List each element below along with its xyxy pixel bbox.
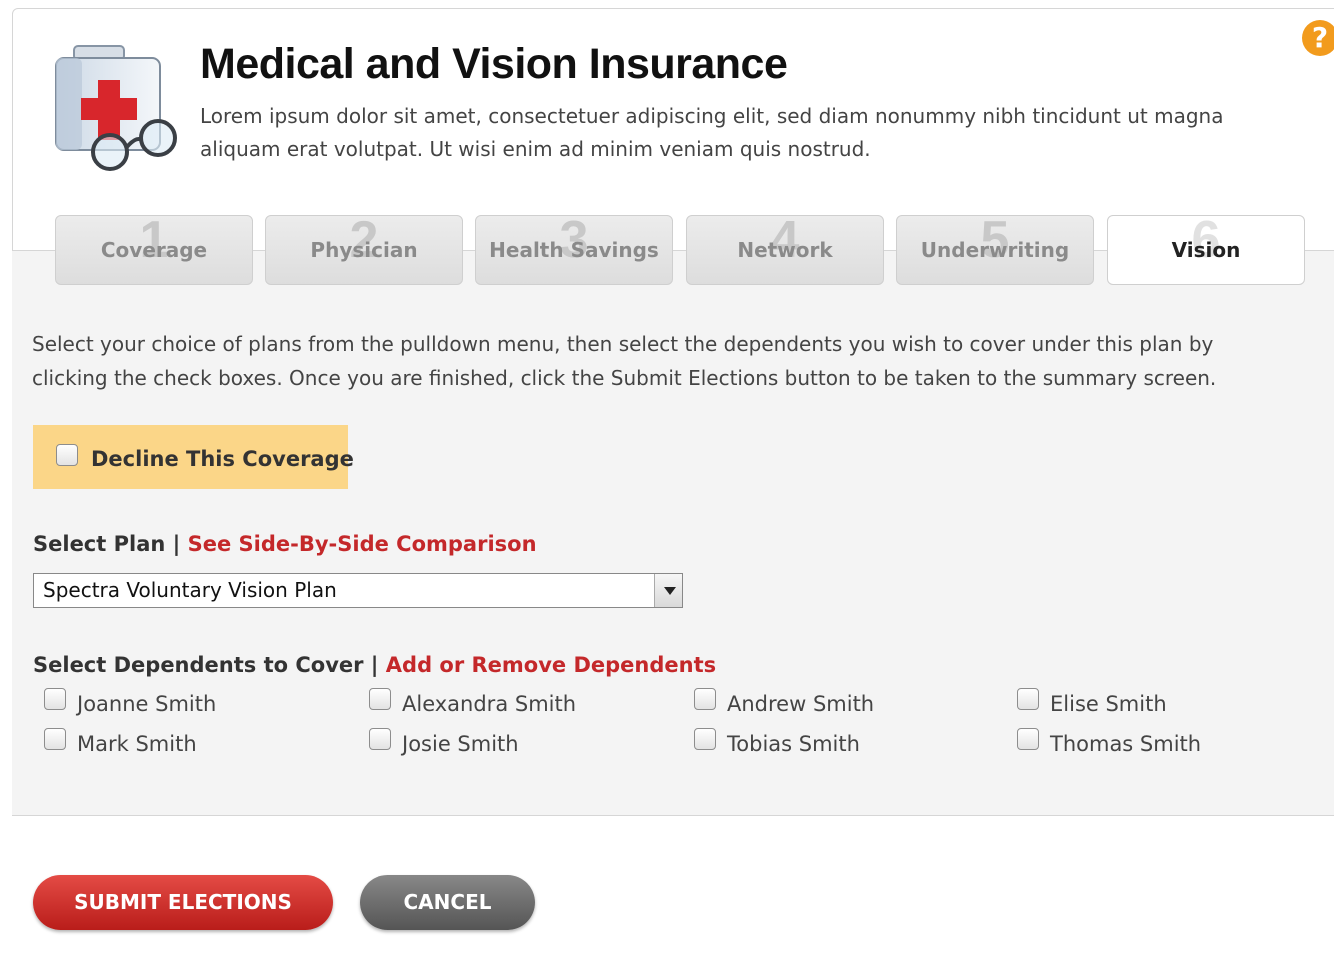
dependent-name: Josie Smith (402, 732, 519, 756)
dependent-name: Andrew Smith (727, 692, 875, 716)
tab-coverage[interactable]: 1 Coverage (55, 215, 253, 285)
medical-kit-icon (48, 40, 184, 172)
chevron-down-icon[interactable] (654, 574, 682, 607)
plan-select-value: Spectra Voluntary Vision Plan (43, 578, 337, 602)
tab-vision[interactable]: 6 Vision (1107, 215, 1305, 285)
select-dependents-heading: Select Dependents to Cover | Add or Remo… (33, 653, 716, 677)
dependent-name: Elise Smith (1050, 692, 1167, 716)
dependent-name: Alexandra Smith (402, 692, 577, 716)
select-plan-label: Select Plan (33, 532, 166, 556)
dependent-checkbox[interactable] (1017, 688, 1039, 710)
page-title: Medical and Vision Insurance (200, 40, 788, 88)
dependent-checkbox[interactable] (369, 688, 391, 710)
decline-coverage-box: Decline This Coverage (33, 425, 354, 489)
dependent-name: Joanne Smith (77, 692, 217, 716)
tab-label: Vision (1171, 238, 1241, 262)
select-dependents-label: Select Dependents to Cover (33, 653, 364, 677)
tab-health-savings[interactable]: 3 Health Savings (475, 215, 673, 285)
side-by-side-comparison-link[interactable]: See Side-By-Side Comparison (188, 532, 537, 556)
tab-label: Health Savings (489, 238, 659, 262)
submit-elections-button[interactable]: SUBMIT ELECTIONS (33, 875, 333, 930)
dependent-checkbox[interactable] (44, 728, 66, 750)
dependent-checkbox[interactable] (44, 688, 66, 710)
tab-label: Physician (310, 238, 418, 262)
dependent-checkbox[interactable] (369, 728, 391, 750)
dependent-checkbox[interactable] (694, 728, 716, 750)
dependent-name: Mark Smith (77, 732, 197, 756)
tab-label: Network (737, 238, 833, 262)
tab-label: Underwriting (920, 238, 1070, 262)
add-remove-dependents-link[interactable]: Add or Remove Dependents (386, 653, 716, 677)
dependent-checkbox[interactable] (694, 688, 716, 710)
dependent-name: Tobias Smith (727, 732, 860, 756)
decline-coverage-checkbox[interactable] (56, 444, 78, 466)
plan-select[interactable]: Spectra Voluntary Vision Plan (33, 573, 683, 608)
tab-network[interactable]: 4 Network (686, 215, 884, 285)
instructions-text: Select your choice of plans from the pul… (32, 332, 1217, 390)
select-plan-heading: Select Plan | See Side-By-Side Compariso… (33, 532, 537, 556)
separator: | (370, 653, 379, 677)
cancel-button[interactable]: CANCEL (360, 875, 535, 930)
page-description: Lorem ipsum dolor sit amet, consectetuer… (200, 104, 1224, 161)
dependent-name: Thomas Smith (1050, 732, 1202, 756)
tab-underwriting[interactable]: 5 Underwriting (896, 215, 1094, 285)
separator: | (172, 532, 181, 556)
tab-label: Coverage (100, 238, 208, 262)
dependent-checkbox[interactable] (1017, 728, 1039, 750)
help-icon[interactable]: ? (1302, 20, 1334, 56)
decline-coverage-label[interactable]: Decline This Coverage (91, 447, 354, 471)
tab-physician[interactable]: 2 Physician (265, 215, 463, 285)
